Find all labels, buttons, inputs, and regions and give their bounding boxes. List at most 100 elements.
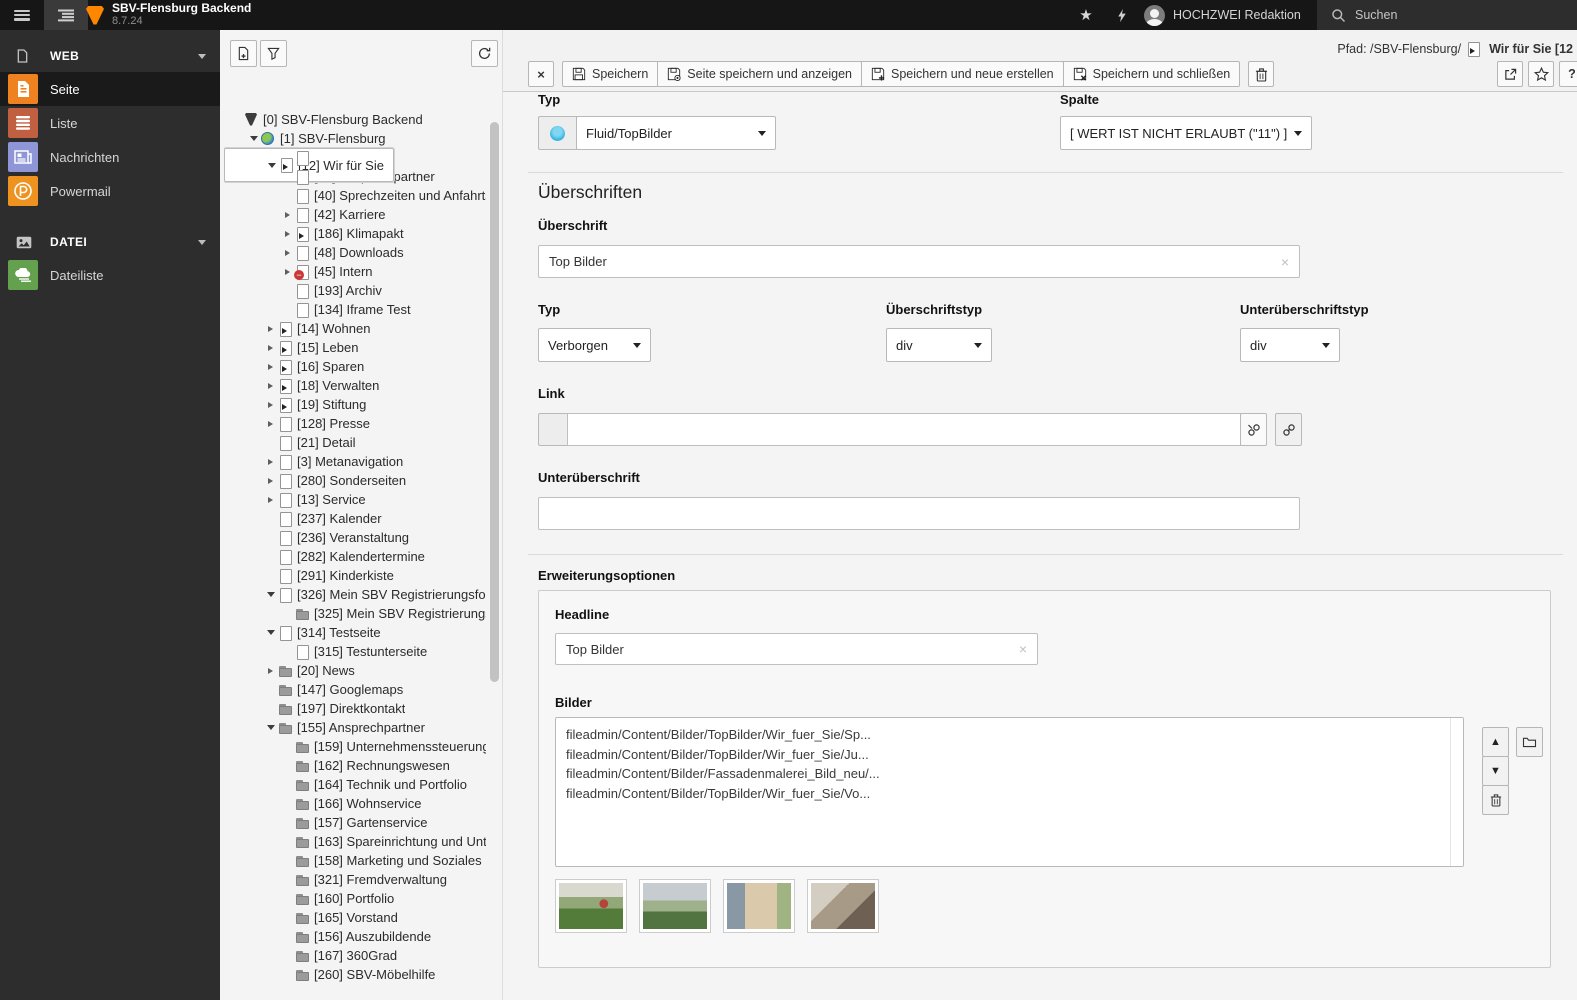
tree-node[interactable]: [162] Rechnungswesen xyxy=(224,756,486,775)
tree-node[interactable]: [165] Vorstand xyxy=(224,908,486,927)
browse-files-button[interactable] xyxy=(1516,727,1543,757)
ueberschriftstyp-select[interactable]: div xyxy=(886,328,992,362)
tree-node[interactable]: [158] Marketing und Soziales xyxy=(224,851,486,870)
expand-icon[interactable] xyxy=(281,231,294,237)
collapse-icon[interactable] xyxy=(264,630,277,635)
tree-node[interactable]: [128] Presse xyxy=(224,414,486,433)
menu-toggle-button[interactable] xyxy=(0,0,44,30)
pagetree-toggle-button[interactable] xyxy=(44,0,88,30)
tree-node[interactable]: [291] Kinderkiste xyxy=(224,566,486,585)
tree-node[interactable]: [13] Service xyxy=(224,490,486,509)
clear-cache-button[interactable] xyxy=(1104,0,1140,30)
bookmark-button[interactable] xyxy=(1528,61,1554,87)
tree-scrollbar-thumb[interactable] xyxy=(490,122,499,682)
tree-node[interactable]: [193] Archiv xyxy=(224,281,486,300)
filter-button[interactable] xyxy=(260,40,287,67)
bilder-item[interactable]: fileadmin/Content/Bilder/Fassadenmalerei… xyxy=(566,764,1441,784)
headline-input[interactable]: Top Bilder × xyxy=(555,633,1038,665)
tree-node[interactable]: [21] Detail xyxy=(224,433,486,452)
close-button[interactable]: × xyxy=(528,61,554,87)
bilder-thumbnail[interactable] xyxy=(639,879,711,933)
user-menu[interactable]: HOCHZWEI Redaktion xyxy=(1140,0,1317,30)
unterueberschriftstyp-select[interactable]: div xyxy=(1240,328,1340,362)
tree-node[interactable]: [157] Gartenservice xyxy=(224,813,486,832)
spalte-select[interactable]: [ WERT IST NICHT ERLAUBT ("11") ] xyxy=(1060,116,1312,150)
module-item-nachrichten[interactable]: Nachrichten xyxy=(0,140,220,174)
tree-node[interactable]: [260] SBV-Möbelhilfe xyxy=(224,965,486,984)
section-datei[interactable]: DATEI xyxy=(0,226,220,258)
save-and-close-button[interactable]: Speichern und schließen xyxy=(1062,61,1241,87)
tree-node[interactable]: [16] Sparen xyxy=(224,357,486,376)
ueberschrift-input[interactable]: Top Bilder × xyxy=(538,245,1300,278)
unterueberschrift-input[interactable] xyxy=(538,497,1300,530)
tree-node[interactable]: [14] Wohnen xyxy=(224,319,486,338)
tree-node[interactable]: [186] Klimapakt xyxy=(224,224,486,243)
save-button[interactable]: Speichern xyxy=(562,61,659,87)
unlink-button[interactable] xyxy=(1240,413,1267,446)
save-and-new-button[interactable]: Speichern und neue erstellen xyxy=(861,61,1064,87)
bilder-thumbnail[interactable] xyxy=(555,879,627,933)
collapse-icon[interactable] xyxy=(264,592,277,597)
tree-node[interactable]: [40] Sprechzeiten und Anfahrtssl xyxy=(224,186,486,205)
clear-icon[interactable]: × xyxy=(1019,641,1027,657)
help-button[interactable]: ? xyxy=(1559,61,1577,87)
tree-node[interactable]: [134] Iframe Test xyxy=(224,300,486,319)
collapse-icon[interactable] xyxy=(264,725,277,730)
module-item-dateiliste[interactable]: Dateiliste xyxy=(0,258,220,292)
expand-icon[interactable] xyxy=(264,345,277,351)
listbox-scrollbar[interactable] xyxy=(1450,718,1463,866)
expand-icon[interactable] xyxy=(264,478,277,484)
expand-icon[interactable] xyxy=(264,364,277,370)
tree-node[interactable]: [236] Veranstaltung xyxy=(224,528,486,547)
module-item-liste[interactable]: Liste xyxy=(0,106,220,140)
new-page-button[interactable] xyxy=(230,40,257,67)
expand-icon[interactable] xyxy=(264,383,277,389)
tree-node[interactable]: [42] Karriere xyxy=(224,205,486,224)
tree-node[interactable]: [280] Sonderseiten xyxy=(224,471,486,490)
tree-node[interactable]: [237] Kalender xyxy=(224,509,486,528)
tree-node[interactable]: [0] SBV-Flensburg Backend xyxy=(224,110,486,129)
move-up-button[interactable]: ▲ xyxy=(1482,727,1509,757)
tree-node[interactable]: [156] Auszubildende xyxy=(224,927,486,946)
expand-icon[interactable] xyxy=(281,250,294,256)
section-web[interactable]: WEB xyxy=(0,40,220,72)
bilder-thumbnail[interactable] xyxy=(807,879,879,933)
tree-node[interactable]: [45] Intern xyxy=(224,262,486,281)
collapse-icon[interactable] xyxy=(247,136,260,141)
tree-node[interactable]: [147] Googlemaps xyxy=(224,680,486,699)
link-browser-button[interactable] xyxy=(1275,413,1302,446)
view-webpage-button[interactable] xyxy=(1497,61,1523,87)
tree-node[interactable]: [315] Testunterseite xyxy=(224,642,486,661)
tree-node[interactable]: [282] Kalendertermine xyxy=(224,547,486,566)
tree-scrollbar[interactable] xyxy=(490,92,499,992)
bilder-thumbnail[interactable] xyxy=(723,879,795,933)
delete-button[interactable] xyxy=(1248,61,1275,87)
typ2-select[interactable]: Verborgen xyxy=(538,328,651,362)
link-input[interactable] xyxy=(567,413,1241,446)
module-item-seite[interactable]: Seite xyxy=(0,72,220,106)
expand-icon[interactable] xyxy=(264,326,277,332)
bilder-listbox[interactable]: fileadmin/Content/Bilder/TopBilder/Wir_f… xyxy=(555,717,1464,867)
tree-node[interactable]: [3] Metanavigation xyxy=(224,452,486,471)
tree-node[interactable]: [321] Fremdverwaltung xyxy=(224,870,486,889)
move-down-button[interactable]: ▼ xyxy=(1482,756,1509,786)
collapse-icon[interactable] xyxy=(265,163,278,168)
tree-node[interactable]: [166] Wohnservice xyxy=(224,794,486,813)
tree-node[interactable]: [197] Direktkontakt xyxy=(224,699,486,718)
module-item-powermail[interactable]: Powermail xyxy=(0,174,220,208)
tree-node[interactable]: [18] Verwalten xyxy=(224,376,486,395)
tree-node[interactable]: [164] Technik und Portfolio xyxy=(224,775,486,794)
expand-icon[interactable] xyxy=(281,212,294,218)
expand-icon[interactable] xyxy=(264,402,277,408)
tree-node[interactable]: [155] Ansprechpartner xyxy=(224,718,486,737)
expand-icon[interactable] xyxy=(264,497,277,503)
tree-node[interactable]: [15] Leben xyxy=(224,338,486,357)
remove-item-button[interactable] xyxy=(1482,785,1509,815)
refresh-tree-button[interactable] xyxy=(471,40,498,67)
tree-node[interactable]: [326] Mein SBV Registrierungsform xyxy=(224,585,486,604)
expand-icon[interactable] xyxy=(264,459,277,465)
tree-node[interactable]: [163] Spareinrichtung und Unter xyxy=(224,832,486,851)
bilder-item[interactable]: fileadmin/Content/Bilder/TopBilder/Wir_f… xyxy=(566,745,1441,765)
tree-node[interactable]: [159] Unternehmenssteuerung xyxy=(224,737,486,756)
global-search[interactable]: Suchen xyxy=(1317,0,1577,30)
